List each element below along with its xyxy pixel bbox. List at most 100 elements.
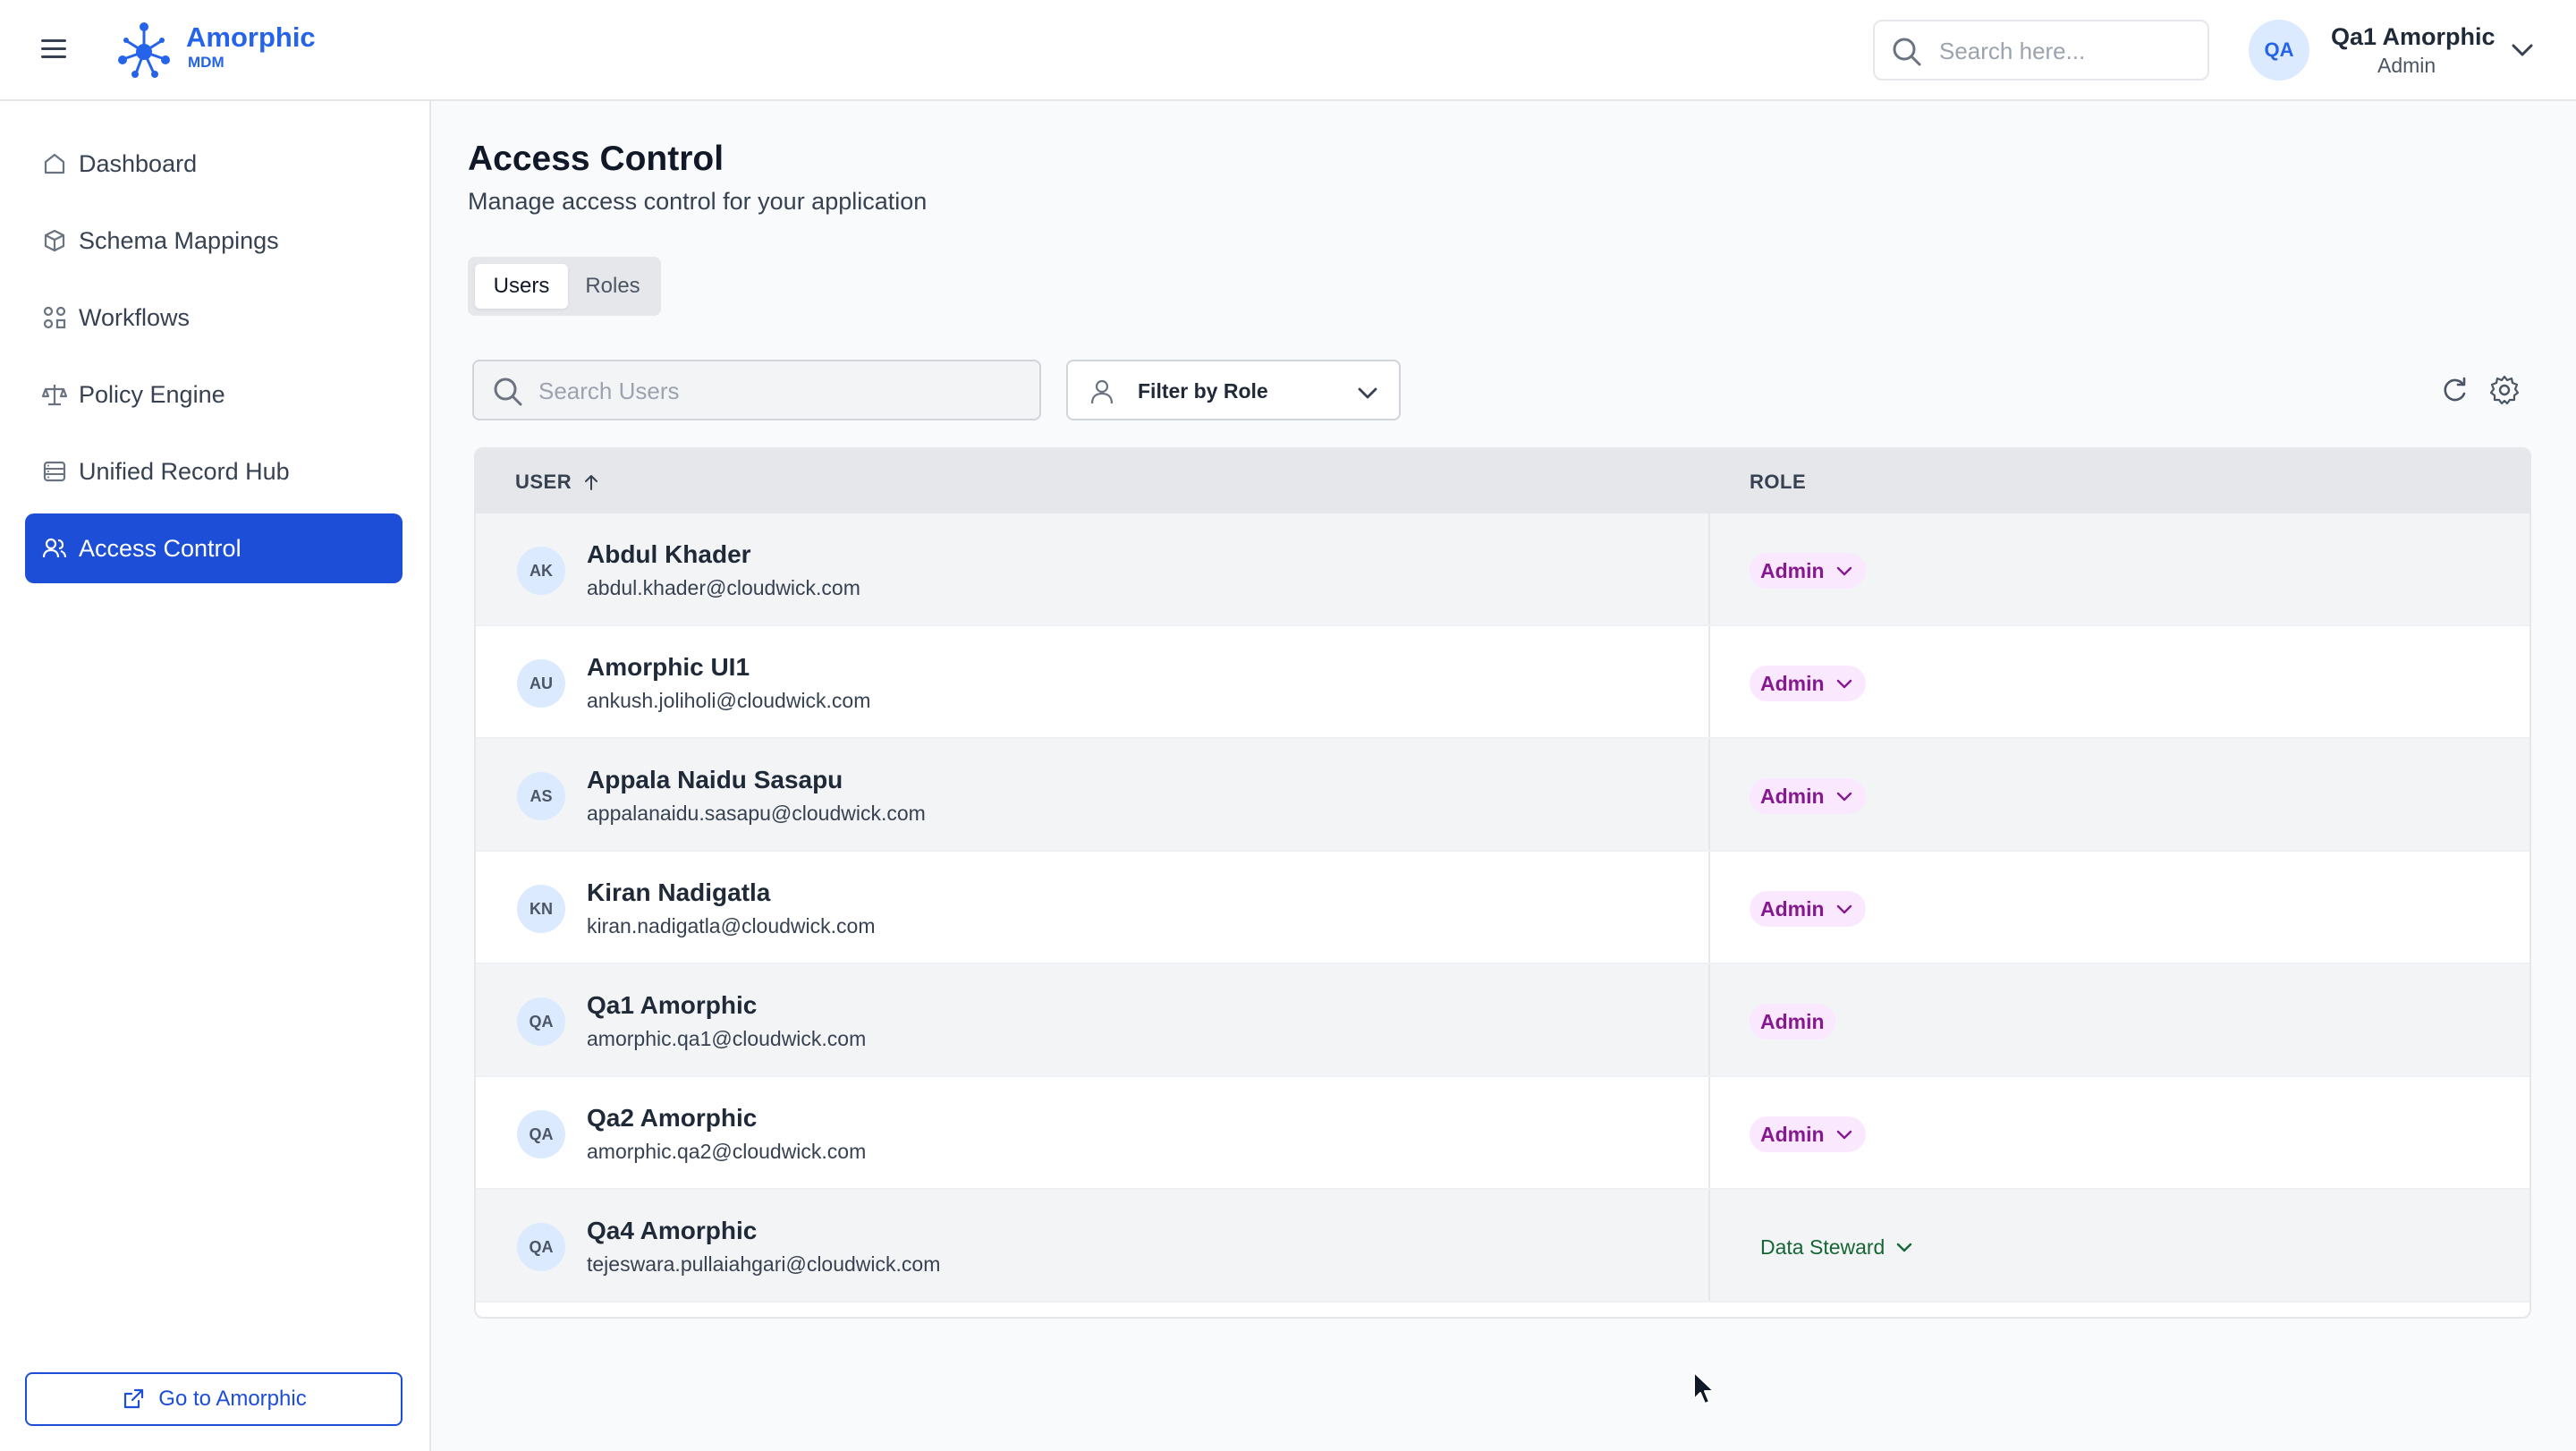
external-link-icon	[124, 1388, 144, 1409]
go-to-amorphic-label: Go to Amorphic	[158, 1387, 307, 1411]
chevron-down-icon	[1836, 566, 1852, 576]
user-email: tejeswara.pullaiahgari@cloudwick.com	[587, 1252, 941, 1276]
role-label: Data Steward	[1760, 1235, 1885, 1259]
table-row: QA Qa1 Amorphic amorphic.qa1@cloudwick.c…	[476, 964, 2529, 1077]
global-search[interactable]	[1873, 20, 2209, 81]
user-name: Qa4 Amorphic	[587, 1217, 758, 1244]
user-email: abdul.khader@cloudwick.com	[587, 576, 860, 599]
user-name: Amorphic UI1	[587, 653, 750, 681]
role-badge-dropdown[interactable]: Admin	[1750, 666, 1866, 701]
user-name: Appala Naidu Sasapu	[587, 766, 843, 793]
tab-bar: Users Roles	[468, 257, 661, 316]
role-badge-dropdown[interactable]: Admin	[1750, 891, 1866, 927]
hamburger-menu-icon[interactable]	[39, 36, 70, 63]
sidebar-item-schema-mappings[interactable]: Schema Mappings	[25, 206, 402, 276]
sidebar-item-label: Policy Engine	[79, 380, 225, 408]
global-search-input[interactable]	[1939, 34, 2199, 68]
user-name: Kiran Nadigatla	[587, 878, 771, 906]
avatar: AK	[517, 547, 565, 595]
column-header-role: ROLE	[1750, 471, 1806, 494]
user-name: Qa2 Amorphic	[587, 1104, 758, 1132]
user-email: appalanaidu.sasapu@cloudwick.com	[587, 802, 926, 825]
refresh-icon[interactable]	[2438, 374, 2470, 406]
column-divider	[1708, 964, 1710, 1075]
tab-users[interactable]: Users	[475, 264, 568, 309]
sidebar-item-label: Schema Mappings	[79, 226, 279, 254]
sidebar-item-workflows[interactable]: Workflows	[25, 283, 402, 352]
avatar: AU	[517, 659, 565, 708]
go-to-amorphic-button[interactable]: Go to Amorphic	[25, 1372, 402, 1426]
user-email: amorphic.qa2@cloudwick.com	[587, 1140, 867, 1163]
column-header-label: USER	[515, 471, 572, 493]
table-row: KN Kiran Nadigatla kiran.nadigatla@cloud…	[476, 852, 2529, 964]
role-label: Admin	[1760, 896, 1825, 921]
sidebar-item-label: Workflows	[79, 303, 191, 331]
column-divider	[1708, 513, 1710, 624]
role-label: Admin	[1760, 1009, 1825, 1033]
scale-icon	[41, 385, 68, 406]
table-row: QA Qa4 Amorphic tejeswara.pullaiahgari@c…	[476, 1190, 2529, 1303]
avatar: QA	[2249, 20, 2309, 81]
user-search-input[interactable]	[538, 374, 1021, 408]
chevron-down-icon[interactable]	[2508, 36, 2537, 64]
search-icon	[494, 378, 522, 406]
chevron-down-icon	[1836, 1130, 1852, 1140]
sort-ascending-icon[interactable]	[580, 471, 602, 493]
chevron-down-icon	[1358, 387, 1377, 399]
sidebar-item-policy-engine[interactable]: Policy Engine	[25, 360, 402, 429]
role-badge: Admin	[1750, 1004, 1835, 1039]
user-search[interactable]	[472, 360, 1041, 420]
avatar: KN	[517, 885, 565, 933]
role-badge-dropdown[interactable]: Admin	[1750, 778, 1866, 814]
avatar: QA	[517, 1110, 565, 1158]
table-row: AU Amorphic UI1 ankush.joliholi@cloudwic…	[476, 626, 2529, 739]
page-title: Access Control	[468, 140, 724, 178]
mouse-cursor-icon	[1693, 1371, 1715, 1404]
users-icon	[42, 538, 67, 558]
user-name: Abdul Khader	[587, 540, 751, 568]
users-table: USER ROLE AK Abdul Khader abdul.khader@c…	[474, 447, 2531, 1319]
role-filter-label: Filter by Role	[1138, 379, 1268, 403]
cube-icon	[44, 229, 65, 252]
user-name: Qa1 Amorphic	[2331, 23, 2496, 50]
column-divider	[1708, 1190, 1710, 1301]
brand-subtitle: MDM	[188, 54, 225, 71]
sidebar: Dashboard Schema Mappings Workflows Poli…	[0, 101, 431, 1451]
chevron-down-icon	[1836, 792, 1852, 802]
user-email: ankush.joliholi@cloudwick.com	[587, 689, 871, 712]
amorphic-logo-icon	[118, 22, 170, 78]
page-subtitle: Manage access control for your applicati…	[468, 188, 928, 215]
role-badge-dropdown[interactable]: Admin	[1750, 553, 1866, 589]
role-label: Admin	[1760, 558, 1825, 582]
user-email: kiran.nadigatla@cloudwick.com	[587, 914, 876, 938]
chevron-down-icon	[1836, 904, 1852, 914]
settings-gear-icon[interactable]	[2488, 374, 2521, 406]
column-divider	[1708, 626, 1710, 737]
role-label: Admin	[1760, 784, 1825, 808]
tab-roles[interactable]: Roles	[572, 264, 654, 309]
role-label: Admin	[1760, 1122, 1825, 1146]
column-divider	[1708, 739, 1710, 850]
avatar: QA	[517, 997, 565, 1046]
sidebar-item-dashboard[interactable]: Dashboard	[25, 129, 402, 199]
table-row: AK Abdul Khader abdul.khader@cloudwick.c…	[476, 513, 2529, 626]
role-filter-dropdown[interactable]: Filter by Role	[1066, 360, 1401, 420]
user-name: Qa1 Amorphic	[587, 991, 758, 1019]
sidebar-item-access-control[interactable]: Access Control	[25, 513, 402, 583]
role-badge-dropdown[interactable]: Data Steward	[1750, 1229, 1926, 1265]
user-menu[interactable]: QA Qa1 Amorphic Admin	[2249, 18, 2544, 82]
chevron-down-icon	[1897, 1243, 1912, 1252]
top-header: Amorphic MDM QA Qa1 Amorphic Admin	[0, 0, 2576, 101]
column-divider	[1708, 1077, 1710, 1188]
avatar: AS	[517, 772, 565, 820]
avatar: QA	[517, 1223, 565, 1271]
home-icon	[44, 153, 65, 174]
column-header-user[interactable]: USER	[515, 471, 602, 494]
workflow-icon	[43, 306, 66, 329]
sidebar-item-label: Access Control	[79, 534, 242, 562]
search-icon	[1893, 38, 1921, 66]
role-badge-dropdown[interactable]: Admin	[1750, 1116, 1866, 1152]
sidebar-item-unified-record-hub[interactable]: Unified Record Hub	[25, 437, 402, 506]
column-header-label: ROLE	[1750, 471, 1807, 493]
database-icon	[43, 461, 66, 482]
